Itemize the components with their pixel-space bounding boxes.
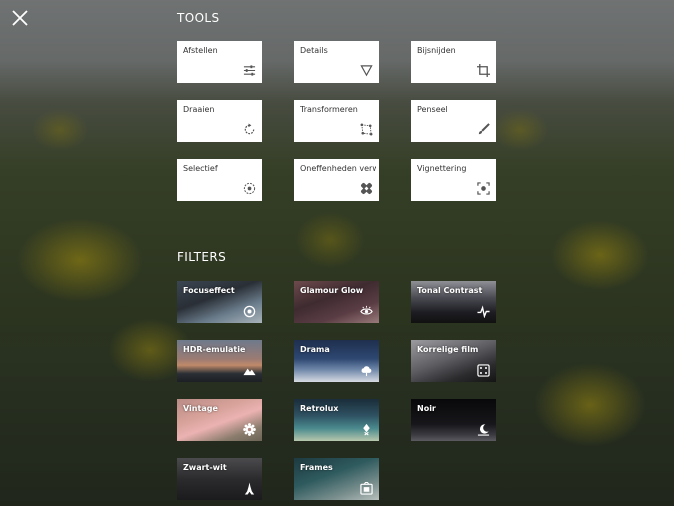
- filter-noir[interactable]: Noir: [411, 399, 496, 441]
- retrolux-icon: [363, 423, 370, 436]
- eye-icon: [360, 305, 373, 315]
- tool-label: Details: [300, 46, 328, 55]
- tool-draaien[interactable]: Draaien: [177, 100, 262, 142]
- filter-label: Tonal Contrast: [417, 286, 483, 295]
- bandage-icon: [361, 183, 372, 194]
- rotate-icon: [244, 123, 255, 135]
- tool-oneffenheden-verwijderen[interactable]: Oneffenheden verw...: [294, 159, 379, 201]
- tool-bijsnijden[interactable]: Bijsnijden: [411, 41, 496, 83]
- close-icon[interactable]: [10, 8, 30, 28]
- filter-vintage[interactable]: Vintage: [177, 399, 262, 441]
- vignette-icon: [477, 182, 490, 195]
- transform-icon: [360, 123, 373, 136]
- filter-retrolux[interactable]: Retrolux: [294, 399, 379, 441]
- selective-target-icon: [243, 182, 256, 195]
- filter-label: Korrelige film: [417, 345, 479, 354]
- grain-dice-icon: [477, 364, 490, 377]
- filter-hdr-emulatie[interactable]: HDR-emulatie: [177, 340, 262, 382]
- mountain-icon: [243, 368, 256, 376]
- sliders-icon: [243, 65, 256, 76]
- tool-label: Penseel: [417, 105, 448, 114]
- frame-icon: [360, 482, 373, 495]
- filter-focuseffect[interactable]: Focuseffect: [177, 281, 262, 323]
- tool-label: Vignettering: [417, 164, 467, 173]
- filter-label: Frames: [300, 463, 333, 472]
- filter-frames[interactable]: Frames: [294, 458, 379, 500]
- filter-label: Zwart-wit: [183, 463, 227, 472]
- filter-glamour-glow[interactable]: Glamour Glow: [294, 281, 379, 323]
- tools-section-title: TOOLS: [177, 11, 220, 25]
- tool-penseel[interactable]: Penseel: [411, 100, 496, 142]
- filter-drama[interactable]: Drama: [294, 340, 379, 382]
- brush-icon: [478, 123, 490, 135]
- tool-label: Transformeren: [300, 105, 358, 114]
- filter-korrelige-film[interactable]: Korrelige film: [411, 340, 496, 382]
- contrast-wave-icon: [477, 305, 490, 318]
- filter-zwart-wit[interactable]: Zwart-wit: [177, 458, 262, 500]
- filter-label: Retrolux: [300, 404, 339, 413]
- filter-label: Vintage: [183, 404, 218, 413]
- filter-label: Focuseffect: [183, 286, 235, 295]
- tool-details[interactable]: Details: [294, 41, 379, 83]
- tool-transformeren[interactable]: Transformeren: [294, 100, 379, 142]
- focus-circle-icon: [243, 305, 256, 318]
- tool-vignettering[interactable]: Vignettering: [411, 159, 496, 201]
- triangle-down-icon: [360, 65, 373, 77]
- tool-selectief[interactable]: Selectief: [177, 159, 262, 201]
- filter-label: Drama: [300, 345, 330, 354]
- tool-label: Afstellen: [183, 46, 218, 55]
- eiffel-tower-icon: [244, 482, 255, 495]
- moon-icon: [477, 424, 490, 436]
- filter-label: Glamour Glow: [300, 286, 364, 295]
- filter-label: HDR-emulatie: [183, 345, 246, 354]
- tool-label: Draaien: [183, 105, 215, 114]
- tool-label: Oneffenheden verw...: [300, 164, 376, 173]
- gear-flower-icon: [243, 423, 256, 436]
- tool-label: Selectief: [183, 164, 218, 173]
- filters-section-title: FILTERS: [177, 250, 227, 264]
- tool-afstellen[interactable]: Afstellen: [177, 41, 262, 83]
- cloud-icon: [361, 366, 372, 377]
- crop-icon: [477, 64, 490, 77]
- tool-label: Bijsnijden: [417, 46, 456, 55]
- filter-tonal-contrast[interactable]: Tonal Contrast: [411, 281, 496, 323]
- filter-label: Noir: [417, 404, 436, 413]
